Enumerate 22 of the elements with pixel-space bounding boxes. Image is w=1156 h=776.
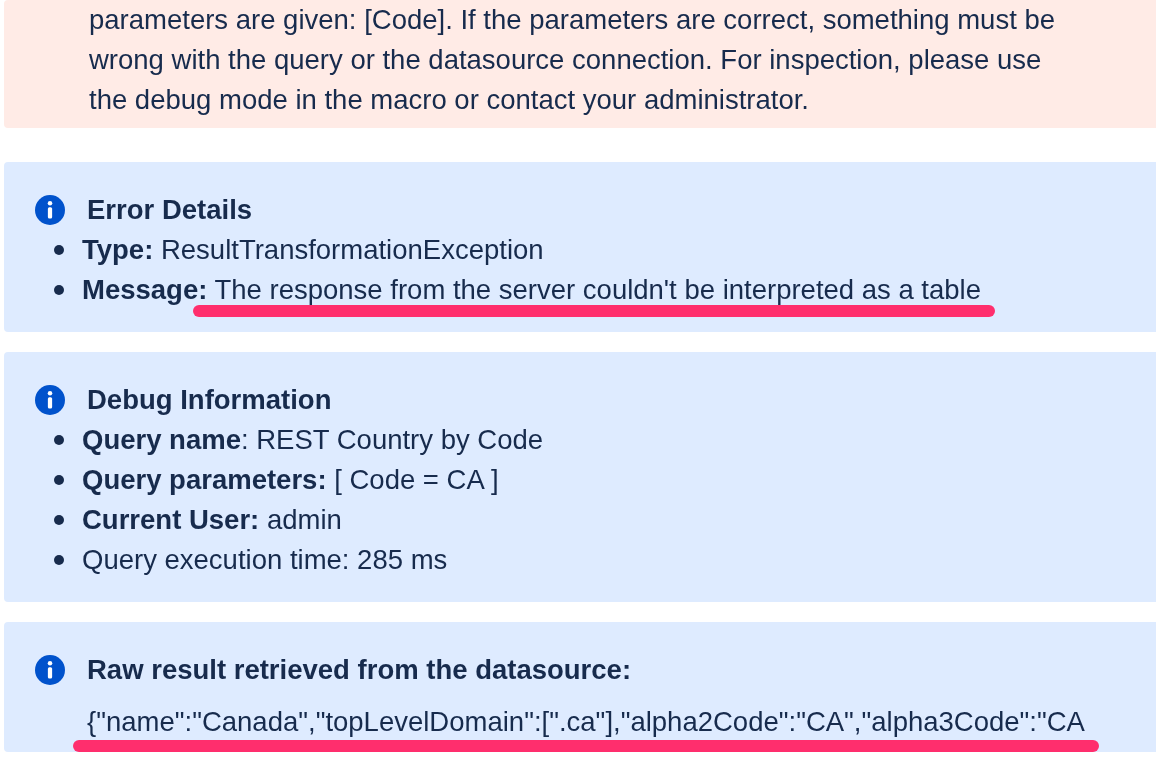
bullet-dot (54, 435, 64, 445)
panel-title: Error Details (87, 193, 253, 227)
info-icon (35, 195, 65, 225)
panel-title: Debug Information (87, 383, 332, 417)
info-icon (35, 385, 65, 415)
detail-item: Query name: REST Country by Code (82, 424, 545, 457)
bullet-dot (54, 285, 64, 295)
bullet-dot (54, 555, 64, 565)
raw-result-text: {"name":"Canada","topLevelDomain":[".ca"],"alpha2Code":"CA","alpha3Code":"CA (73, 706, 1099, 754)
error-message-line: the debug mode in the macro or contact your administrator. (89, 83, 810, 117)
detail-item: Message: The response from the server couldn't be interpreted as a table (82, 274, 997, 322)
bullet-dot (54, 515, 64, 525)
panel-title: Raw result retrieved from the datasource: (87, 653, 632, 687)
detail-item: Query execution time: 285 ms (82, 544, 449, 577)
bullet-dot (54, 475, 64, 485)
error-message-line: wrong with the query or the datasource connection. For inspection, please use (89, 43, 1043, 77)
detail-item: Query parameters: [ Code = CA ] (82, 464, 500, 497)
bullet-dot (54, 245, 64, 255)
info-icon (35, 655, 65, 685)
detail-item: Current User: admin (82, 504, 343, 537)
error-message-line: parameters are given: [Code]. If the parameters are correct, something must be (89, 3, 1056, 37)
detail-item: Type: ResultTransformationException (82, 234, 545, 267)
